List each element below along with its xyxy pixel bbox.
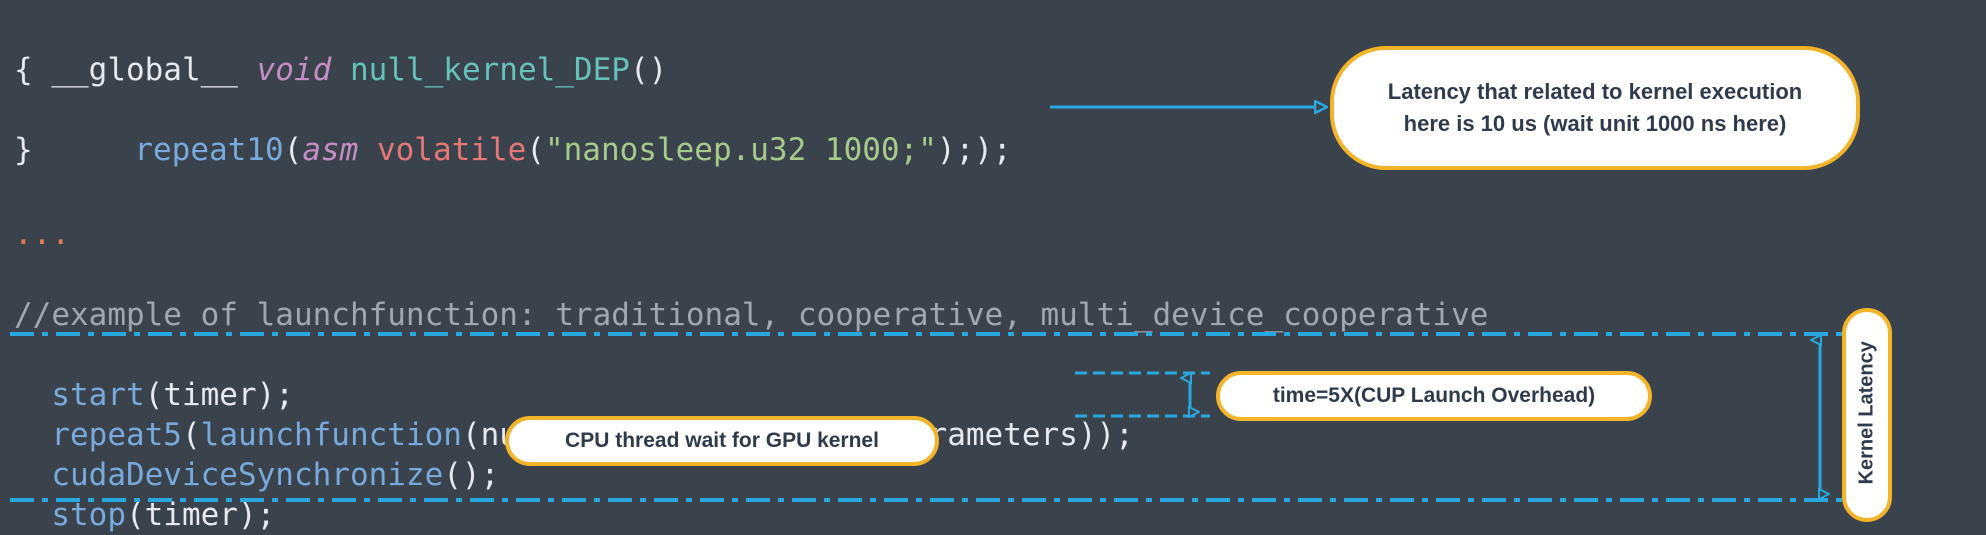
- latency-callout: Latency that related to kernel execution…: [1330, 46, 1860, 170]
- kernel-latency-label: Kernel Latency: [1855, 341, 1878, 485]
- launch-overhead-callout: time=5X(CUP Launch Overhead): [1216, 371, 1652, 421]
- latency-callout-line2: here is 10 us (wait unit 1000 ns here): [1403, 111, 1787, 136]
- latency-callout-line1: Latency that related to kernel execution: [1387, 79, 1803, 104]
- cpu-wait-callout: CPU thread wait for GPU kernel: [505, 416, 939, 466]
